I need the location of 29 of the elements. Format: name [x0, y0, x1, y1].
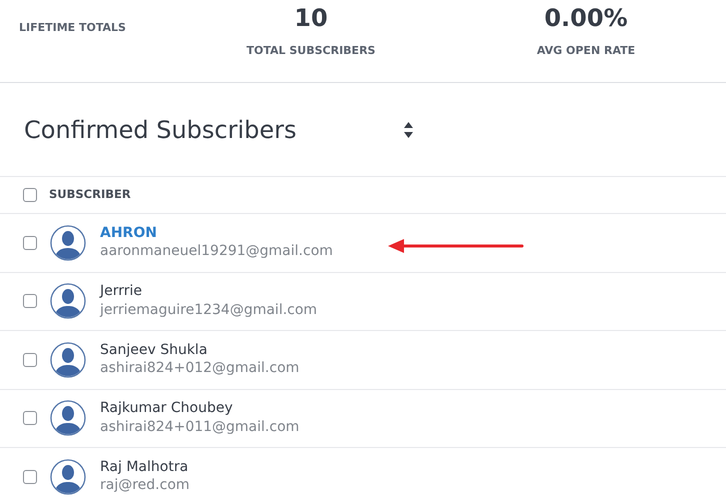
section-label: LIFETIME TOTALS — [19, 20, 127, 36]
stat-label: AVG OPEN RATE — [536, 43, 636, 59]
sort-icon[interactable] — [404, 122, 413, 138]
avatar-icon — [50, 458, 86, 495]
select-all-checkbox[interactable] — [23, 188, 37, 202]
subscriber-name-link[interactable]: Sanjeev Shukla — [100, 340, 208, 360]
stat-value: 10 — [294, 6, 328, 30]
row-checkbox[interactable] — [23, 470, 37, 484]
subscriber-email: ashirai824+012@gmail.com — [100, 359, 300, 378]
avatar-icon — [50, 400, 86, 436]
row-checkbox[interactable] — [23, 352, 37, 367]
subscriber-email: jerriemaguire1234@gmail.com — [100, 300, 318, 320]
subscriber-email: ashirai824+011@gmail.com — [100, 418, 300, 437]
subscriber-name-link[interactable]: AHRON — [100, 224, 157, 242]
row-checkbox[interactable] — [23, 236, 37, 250]
avatar-icon — [50, 342, 86, 378]
stat-value: 0.00% — [544, 6, 628, 30]
row-checkbox[interactable] — [23, 294, 37, 308]
subscriber-name-link[interactable]: Raj Malhotra — [100, 458, 188, 476]
subscriber-email: raj@red.com — [100, 476, 190, 496]
row-checkbox[interactable] — [23, 411, 37, 426]
list-select[interactable]: Confirmed Subscribers — [24, 112, 404, 148]
subscriber-name-link[interactable]: Jerrrie — [100, 282, 142, 301]
column-header[interactable]: SUBSCRIBER — [49, 186, 131, 204]
subscriber-name-link[interactable]: Rajkumar Choubey — [100, 399, 233, 418]
subscriber-email: aaronmaneuel19291@gmail.com — [100, 242, 333, 262]
stat-label: TOTAL SUBSCRIBERS — [246, 43, 376, 59]
avatar-icon — [50, 224, 86, 261]
avatar-icon — [50, 283, 86, 320]
